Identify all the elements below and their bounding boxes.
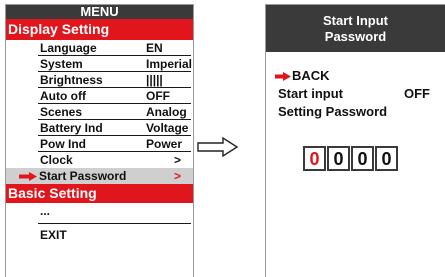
menu-item-value: Analog bbox=[146, 105, 187, 119]
menu-item-brightness[interactable]: Brightness ||||| bbox=[6, 72, 193, 88]
start-input-value: OFF bbox=[404, 86, 430, 101]
menu-item-value: EN bbox=[146, 41, 163, 55]
start-input-password-panel: Start Input Password BACK Start input OF… bbox=[265, 4, 445, 277]
password-digit-3[interactable]: 0 bbox=[351, 146, 374, 171]
menu-item-more[interactable]: ... bbox=[6, 203, 193, 224]
section-basic-setting[interactable]: Basic Setting bbox=[6, 184, 193, 203]
back-button[interactable]: BACK bbox=[266, 68, 366, 84]
panel-title-line2: Password bbox=[324, 28, 387, 44]
menu-item-label: Battery Ind bbox=[40, 121, 103, 135]
menu-item-value: Imperial bbox=[146, 57, 193, 71]
right-arrow-icon bbox=[275, 72, 291, 81]
password-digit-2[interactable]: 0 bbox=[327, 146, 350, 171]
panel-title-line1: Start Input bbox=[323, 12, 388, 28]
menu-item-label: System bbox=[40, 57, 83, 71]
menu-item-system[interactable]: System Imperial bbox=[6, 56, 193, 72]
start-input-option[interactable]: Start input OFF bbox=[278, 86, 443, 102]
menu-item-label: Auto off bbox=[40, 89, 86, 103]
password-digit-1[interactable]: 0 bbox=[303, 146, 326, 171]
menu-panel: MENU Display Setting Language EN System … bbox=[5, 4, 194, 277]
menu-item-label: Language bbox=[40, 41, 97, 55]
setting-password-option[interactable]: Setting Password bbox=[278, 104, 443, 120]
menu-item-language[interactable]: Language EN bbox=[6, 40, 193, 56]
password-digits: 0 0 0 0 bbox=[303, 146, 399, 171]
menu-item-value: OFF bbox=[146, 89, 170, 103]
menu-item-value: Voltage bbox=[146, 121, 189, 135]
menu-item-pow-ind[interactable]: Pow Ind Power bbox=[6, 136, 193, 152]
menu-title: MENU bbox=[6, 5, 193, 19]
menu-item-label: Brightness bbox=[40, 73, 103, 87]
menu-item-label: ... bbox=[40, 204, 51, 218]
setting-password-label: Setting Password bbox=[278, 104, 388, 119]
menu-item-label: Scenes bbox=[40, 105, 83, 119]
menu-item-label: Start Password bbox=[39, 169, 127, 183]
menu-item-start-password[interactable]: Start Password > bbox=[6, 168, 193, 184]
menu-item-auto-off[interactable]: Auto off OFF bbox=[6, 88, 193, 104]
double-outline-right-arrow-icon bbox=[197, 136, 239, 158]
menu-item-clock[interactable]: Clock > bbox=[6, 152, 193, 168]
menu-item-scenes[interactable]: Scenes Analog bbox=[6, 104, 193, 120]
panel-title: Start Input Password bbox=[266, 5, 445, 52]
menu-item-value: ||||| bbox=[146, 73, 163, 87]
start-input-label: Start input bbox=[278, 86, 343, 101]
menu-item-label: Clock bbox=[40, 153, 73, 167]
chevron-right-icon: > bbox=[174, 169, 182, 183]
menu-item-label: Pow Ind bbox=[40, 137, 86, 151]
menu-item-value: Power bbox=[146, 137, 183, 151]
password-digit-4[interactable]: 0 bbox=[375, 146, 398, 171]
menu-item-battery-ind[interactable]: Battery Ind Voltage bbox=[6, 120, 193, 136]
exit-label: EXIT bbox=[40, 228, 67, 242]
back-label: BACK bbox=[292, 68, 330, 83]
right-arrow-icon bbox=[19, 172, 37, 181]
section-display-setting[interactable]: Display Setting bbox=[6, 19, 193, 40]
menu-item-exit[interactable]: EXIT bbox=[6, 224, 193, 244]
chevron-right-icon: > bbox=[174, 153, 182, 167]
